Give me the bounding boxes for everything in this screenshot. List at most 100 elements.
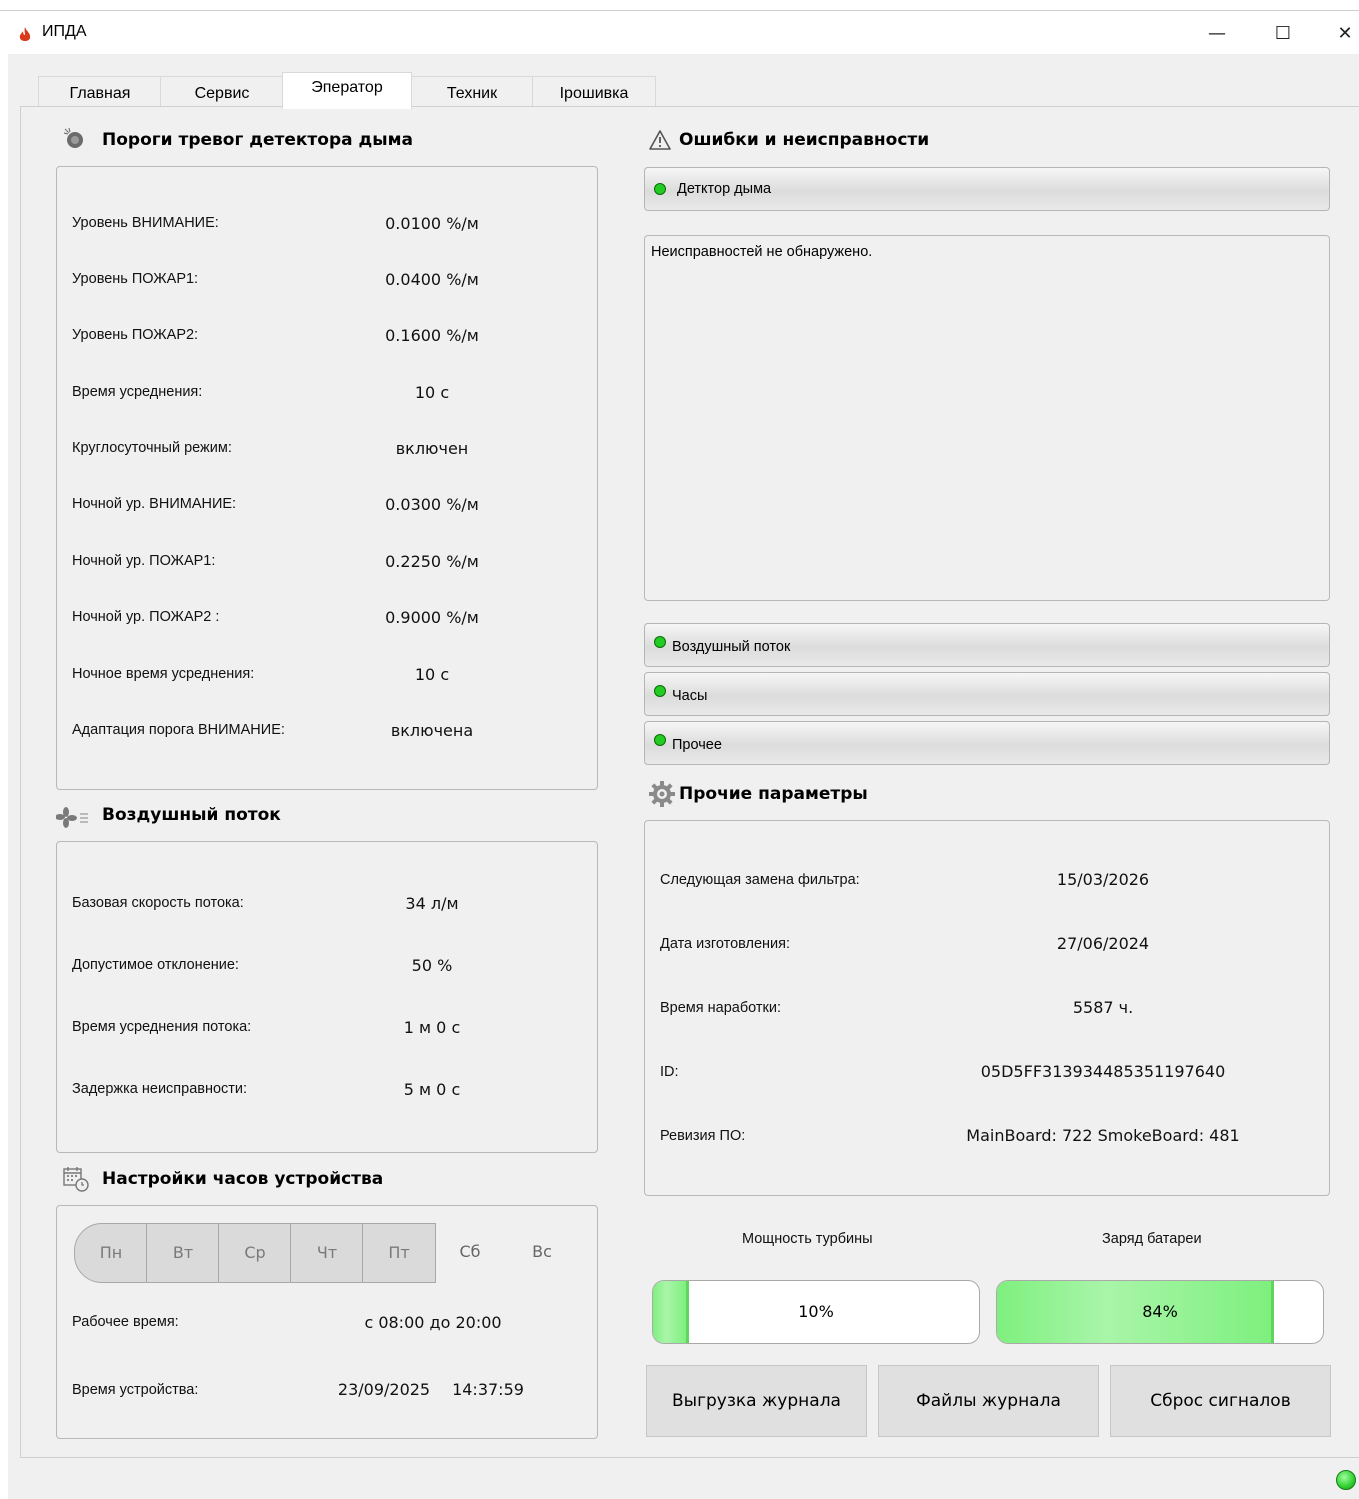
smoke-value: 0.9000 %/м xyxy=(385,608,479,627)
status-led-icon xyxy=(654,685,666,697)
smoke-value: 0.2250 %/м xyxy=(385,552,479,571)
smoke-thresholds-box: Уровень ВНИМАНИЕ: 0.0100 %/м Уровень ПОЖ… xyxy=(56,166,598,790)
tab-main[interactable]: Главная xyxy=(38,76,162,107)
warning-icon xyxy=(649,130,671,150)
battery-charge-bar: 84% xyxy=(996,1280,1324,1344)
airflow-label: Задержка неисправности: xyxy=(72,1081,248,1097)
airflow-status-label: Воздушный поток xyxy=(672,639,791,655)
maximize-button[interactable]: ☐ xyxy=(1268,19,1298,49)
status-led-icon xyxy=(654,183,666,195)
smoke-label: Ночной ур. ПОЖАР1: xyxy=(72,553,216,569)
other-status[interactable]: Прочее xyxy=(644,721,1330,765)
other-label: Дата изготовления: xyxy=(660,936,791,952)
smoke-label: Уровень ВНИМАНИЕ: xyxy=(72,215,219,231)
airflow-label: Допустимое отклонение: xyxy=(72,957,239,973)
day-sunday[interactable]: Вс xyxy=(506,1223,578,1281)
device-date-value: 23/09/2025 xyxy=(337,1380,431,1399)
smoke-label: Ночное время усреднения: xyxy=(72,666,255,682)
errors-section-title: Ошибки и неисправности xyxy=(679,130,930,150)
other-value: 5587 ч. xyxy=(1072,998,1134,1017)
smoke-value: 10 с xyxy=(414,665,450,684)
smoke-detector-status[interactable]: Деткт‌ор дыма xyxy=(644,167,1330,211)
turbine-power-label: Мощность турбины xyxy=(742,1231,873,1247)
smoke-value: 10 с xyxy=(414,383,450,402)
airflow-label: Время усреднения потока: xyxy=(72,1019,252,1035)
airflow-status[interactable]: Воздушный поток xyxy=(644,623,1330,667)
work-time-label: Рабочее время: xyxy=(72,1314,179,1330)
smoke-detector-status-label: Деткт‌ор дыма xyxy=(677,181,772,197)
smoke-label: Уровень ПОЖАР2: xyxy=(72,327,199,343)
app-window: ИПДА — ☐ ✕ Главная Сервис Эператор Техни… xyxy=(0,0,1359,1499)
day-tuesday[interactable]: Вт xyxy=(146,1223,220,1283)
other-label: Ревизия ПО: xyxy=(660,1128,746,1144)
device-clock-value: 14:37:59 xyxy=(452,1380,524,1399)
clock-status-label: Часы xyxy=(672,688,708,704)
other-label: Следующая замена фильтра: xyxy=(660,872,860,888)
device-time-label: Время устройства: xyxy=(72,1382,199,1398)
other-value: 27/06/2024 xyxy=(1056,934,1150,953)
smoke-value: 0.0300 %/м xyxy=(385,495,479,514)
day-thursday[interactable]: Чт xyxy=(290,1223,364,1283)
smoke-label: Уровень ПОЖАР1: xyxy=(72,271,199,287)
turbine-power-value: 10% xyxy=(798,1302,834,1321)
tab-service[interactable]: Сервис xyxy=(160,76,284,107)
errors-message: Неисправностей не обнаружено. xyxy=(651,244,873,260)
minimize-button[interactable]: — xyxy=(1202,19,1232,49)
smoke-label: Время усреднения: xyxy=(72,384,203,400)
smoke-value: включена xyxy=(390,721,474,740)
battery-charge-label: Заряд батареи xyxy=(1102,1231,1202,1247)
clock-section-title: Настройки часов устройства xyxy=(102,1169,384,1189)
other-section-title: Прочие параметры xyxy=(679,784,868,804)
window-title: ИПДА xyxy=(42,23,87,40)
status-led-icon xyxy=(654,636,666,648)
day-saturday[interactable]: Сб xyxy=(434,1223,506,1281)
smoke-value: 0.0400 %/м xyxy=(385,270,479,289)
airflow-box: Базовая скорость потока: 34 л/м Допустим… xyxy=(56,841,598,1153)
work-time-value: с 08:00 до 20:00 xyxy=(364,1313,502,1332)
flame-icon xyxy=(19,27,31,41)
day-wednesday[interactable]: Ср xyxy=(218,1223,292,1283)
export-log-button[interactable]: Выгрузка журнала xyxy=(646,1365,867,1437)
gear-icon xyxy=(649,781,675,807)
status-led-icon xyxy=(654,734,666,746)
calendar-clock-icon xyxy=(63,1167,89,1192)
smoke-value: 0.1600 %/м xyxy=(385,326,479,345)
smoke-label: Круглосуточный режим: xyxy=(72,440,232,456)
smoke-label: Ночной ур. ВНИМАНИЕ: xyxy=(72,496,237,512)
close-button[interactable]: ✕ xyxy=(1330,19,1359,49)
smoke-label: Адаптация порога ВНИМАНИЕ: xyxy=(72,722,285,738)
tab-technician[interactable]: Техник xyxy=(410,76,534,107)
smoke-value: 0.0100 %/м xyxy=(385,214,479,233)
smoke-detector-icon xyxy=(63,127,83,148)
smoke-label: Ночной ур. ПОЖАР2 : xyxy=(72,609,220,625)
other-label: Время наработки: xyxy=(660,1000,782,1016)
title-bar: ИПДА — ☐ ✕ xyxy=(0,10,1359,55)
other-params-box: Следующая замена фильтра: 15/03/2026 Дат… xyxy=(644,820,1330,1196)
other-value: MainBoard: 722 SmokeBoard: 481 xyxy=(966,1126,1240,1145)
other-label: ID: xyxy=(660,1064,679,1080)
smoke-value: включен xyxy=(395,439,469,458)
client-area: Главная Сервис Эператор Техник Ірошивка … xyxy=(8,54,1359,1499)
clock-status[interactable]: Часы xyxy=(644,672,1330,716)
other-value: 05D5FF313934485351197640 xyxy=(980,1062,1226,1081)
other-status-label: Прочее xyxy=(672,737,722,753)
fan-icon xyxy=(56,807,88,828)
day-friday[interactable]: Пт xyxy=(362,1223,436,1283)
airflow-value: 1 м 0 с xyxy=(403,1018,461,1037)
airflow-label: Базовая скорость потока: xyxy=(72,895,244,911)
day-monday[interactable]: Пн xyxy=(74,1223,148,1283)
tab-firmware[interactable]: Ірошивка xyxy=(532,76,656,107)
other-value: 15/03/2026 xyxy=(1056,870,1150,889)
connection-status-icon xyxy=(1336,1470,1356,1490)
tab-operator[interactable]: Эператор xyxy=(282,72,412,109)
airflow-value: 50 % xyxy=(411,956,453,975)
log-files-button[interactable]: Файлы журнала xyxy=(878,1365,1099,1437)
airflow-section-title: Воздушный поток xyxy=(102,805,281,825)
airflow-value: 5 м 0 с xyxy=(403,1080,461,1099)
battery-charge-value: 84% xyxy=(1142,1302,1178,1321)
smoke-section-title: Пороги тревог детектора дыма xyxy=(102,130,413,150)
turbine-power-bar: 10% xyxy=(652,1280,980,1344)
airflow-value: 34 л/м xyxy=(405,894,459,913)
reset-signals-button[interactable]: Сброс сигналов xyxy=(1110,1365,1331,1437)
errors-message-box: Неисправностей не обнаружено. xyxy=(644,235,1330,601)
